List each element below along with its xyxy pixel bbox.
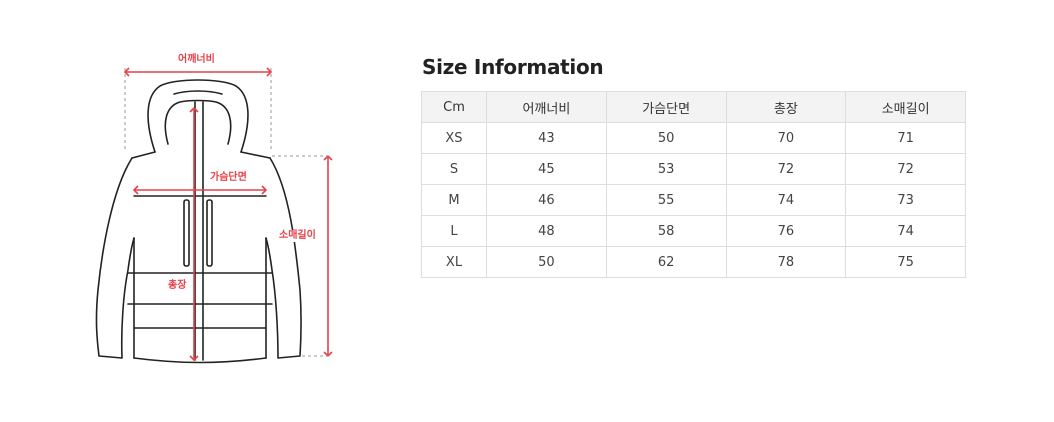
table-row: XS 43 50 70 71 bbox=[421, 122, 966, 154]
total-length-label: 총장 bbox=[166, 280, 189, 292]
sleeve-length-label: 소매길이 bbox=[277, 230, 318, 242]
size-cell: L bbox=[421, 215, 487, 247]
length-cell: 76 bbox=[725, 215, 847, 247]
chest-cell: 55 bbox=[605, 184, 727, 216]
column-header-shoulder: 어깨너비 bbox=[486, 91, 607, 123]
size-cell: XS bbox=[421, 122, 487, 154]
length-cell: 72 bbox=[725, 153, 847, 185]
size-cell: XL bbox=[421, 246, 487, 278]
chest-cell: 62 bbox=[605, 246, 727, 278]
chest-cell: 53 bbox=[605, 153, 727, 185]
chest-width-label: 가슴단면 bbox=[208, 172, 249, 184]
shoulder-cell: 50 bbox=[486, 246, 607, 278]
table-header-row: Cm 어깨너비 가슴단면 총장 소매길이 bbox=[421, 91, 966, 123]
jacket-illustration bbox=[95, 67, 333, 364]
column-header-chest: 가슴단면 bbox=[605, 91, 727, 123]
size-cell: S bbox=[421, 153, 487, 185]
shoulder-width-label: 어깨너비 bbox=[176, 54, 217, 66]
length-cell: 70 bbox=[725, 122, 847, 154]
size-information-title: Size Information bbox=[422, 55, 604, 79]
shoulder-cell: 48 bbox=[486, 215, 607, 247]
shoulder-cell: 46 bbox=[486, 184, 607, 216]
shoulder-cell: 45 bbox=[486, 153, 607, 185]
sleeve-cell: 75 bbox=[845, 246, 966, 278]
chest-cell: 58 bbox=[605, 215, 727, 247]
jacket-measurement-diagram: 어깨너비 가슴단면 소매길이 총장 bbox=[90, 40, 370, 380]
column-header-sleeve: 소매길이 bbox=[845, 91, 966, 123]
sleeve-cell: 71 bbox=[845, 122, 966, 154]
sleeve-cell: 72 bbox=[845, 153, 966, 185]
size-cell: M bbox=[421, 184, 487, 216]
table-row: L 48 58 76 74 bbox=[421, 215, 966, 247]
chest-cell: 50 bbox=[605, 122, 727, 154]
table-row: XL 50 62 78 75 bbox=[421, 246, 966, 278]
table-row: S 45 53 72 72 bbox=[421, 153, 966, 185]
size-table: Cm 어깨너비 가슴단면 총장 소매길이 XS 43 50 70 71 S 45… bbox=[421, 91, 966, 278]
length-cell: 74 bbox=[725, 184, 847, 216]
sleeve-cell: 74 bbox=[845, 215, 966, 247]
shoulder-cell: 43 bbox=[486, 122, 607, 154]
table-row: M 46 55 74 73 bbox=[421, 184, 966, 216]
column-header-length: 총장 bbox=[725, 91, 847, 123]
column-header-unit: Cm bbox=[421, 91, 487, 123]
length-cell: 78 bbox=[725, 246, 847, 278]
sleeve-cell: 73 bbox=[845, 184, 966, 216]
